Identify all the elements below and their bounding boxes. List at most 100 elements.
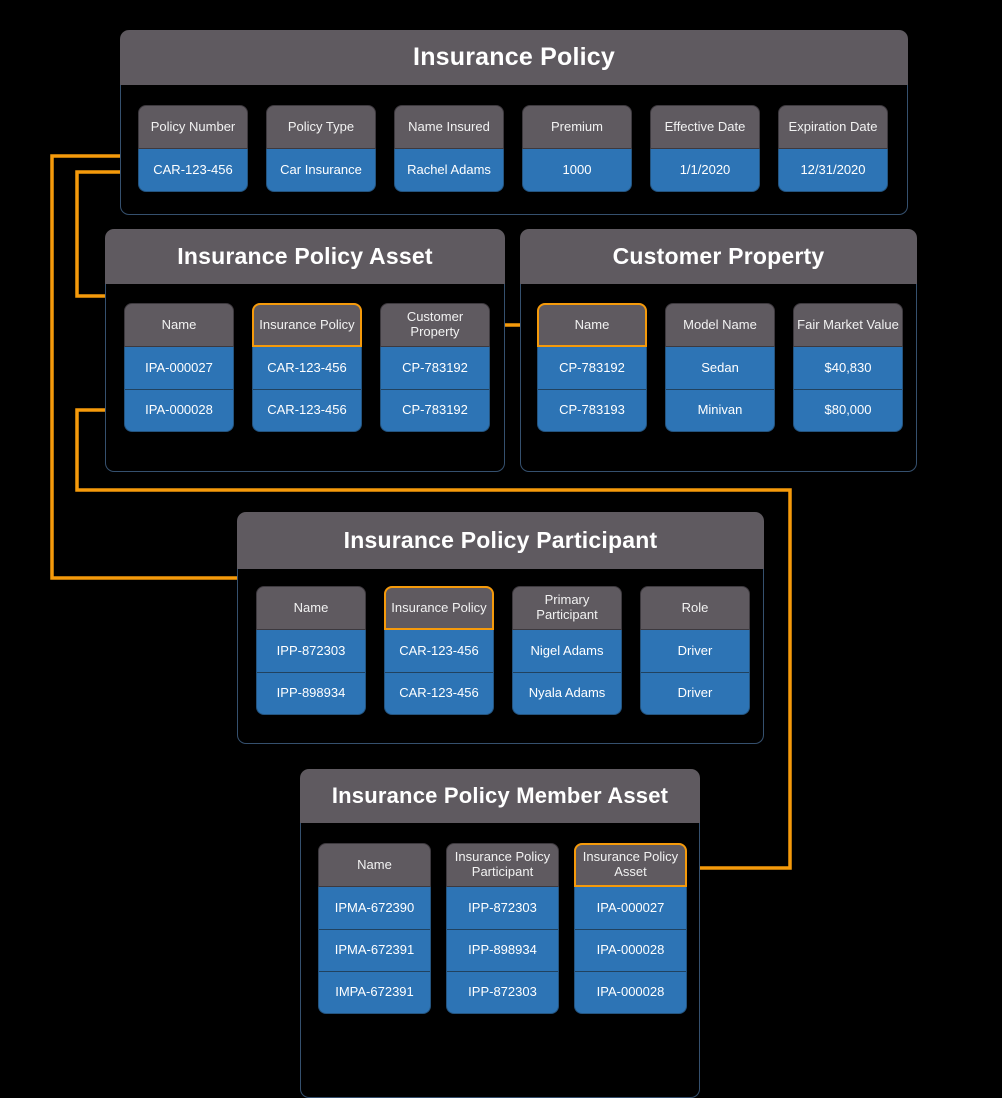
column-cells: IPMA-672390 IPMA-672391 IMPA-672391	[318, 887, 431, 1014]
column-header: Role	[640, 586, 750, 630]
table-cell[interactable]: IPP-872303	[257, 630, 365, 672]
column-name-insured[interactable]: Name Insured Rachel Adams	[394, 105, 504, 192]
column-name[interactable]: Name IPMA-672390 IPMA-672391 IMPA-672391	[318, 843, 431, 1014]
column-header: Customer Property	[380, 303, 490, 347]
column-header: Insurance Policy	[384, 586, 494, 630]
table-cell[interactable]: IPP-898934	[447, 929, 558, 971]
column-cells: Driver Driver	[640, 630, 750, 715]
table-cell[interactable]: CP-783192	[381, 389, 489, 431]
column-header: Name Insured	[394, 105, 504, 149]
table-cell[interactable]: Nigel Adams	[513, 630, 621, 672]
column-header: Policy Type	[266, 105, 376, 149]
column-cells: IPA-000027 IPA-000028 IPA-000028	[574, 887, 687, 1014]
attribute-columns: Name IPA-000027 IPA-000028 Insurance Pol…	[106, 284, 504, 471]
table-cell[interactable]: CAR-123-456	[385, 672, 493, 714]
table-cell[interactable]: Driver	[641, 672, 749, 714]
table-cell[interactable]: IPA-000028	[125, 389, 233, 431]
entity-title: Customer Property	[520, 229, 917, 284]
column-name[interactable]: Name IPA-000027 IPA-000028	[124, 303, 234, 432]
column-cells: IPA-000027 IPA-000028	[124, 347, 234, 432]
column-header: Name	[318, 843, 431, 887]
entity-title: Insurance Policy Member Asset	[300, 769, 700, 823]
table-cell[interactable]: IPA-000028	[575, 971, 686, 1013]
attribute-columns: Name CP-783192 CP-783193 Model Name Seda…	[521, 284, 916, 471]
column-expiration-date[interactable]: Expiration Date 12/31/2020	[778, 105, 888, 192]
table-cell[interactable]: Car Insurance	[267, 149, 375, 191]
column-model-name[interactable]: Model Name Sedan Minivan	[665, 303, 775, 432]
entity-title: Insurance Policy Participant	[237, 512, 764, 569]
column-header: Expiration Date	[778, 105, 888, 149]
column-header: Insurance Policy	[252, 303, 362, 347]
entity-card-customer-property[interactable]: Customer Property Name CP-783192 CP-7831…	[520, 229, 917, 472]
column-insurance-policy[interactable]: Insurance Policy CAR-123-456 CAR-123-456	[252, 303, 362, 432]
table-cell[interactable]: Minivan	[666, 389, 774, 431]
column-customer-property[interactable]: Customer Property CP-783192 CP-783192	[380, 303, 490, 432]
table-cell[interactable]: CAR-123-456	[385, 630, 493, 672]
entity-card-insurance-policy-asset[interactable]: Insurance Policy Asset Name IPA-000027 I…	[105, 229, 505, 472]
column-role[interactable]: Role Driver Driver	[640, 586, 750, 715]
column-cells: CP-783192 CP-783193	[537, 347, 647, 432]
column-cells: $40,830 $80,000	[793, 347, 903, 432]
table-cell[interactable]: CP-783193	[538, 389, 646, 431]
table-cell[interactable]: IPMA-672391	[319, 929, 430, 971]
table-cell[interactable]: IPMA-672390	[319, 887, 430, 929]
table-cell[interactable]: Driver	[641, 630, 749, 672]
column-header: Model Name	[665, 303, 775, 347]
table-cell[interactable]: IMPA-672391	[319, 971, 430, 1013]
entity-card-insurance-policy-participant[interactable]: Insurance Policy Participant Name IPP-87…	[237, 512, 764, 744]
column-fair-market-value[interactable]: Fair Market Value $40,830 $80,000	[793, 303, 903, 432]
table-cell[interactable]: Rachel Adams	[395, 149, 503, 191]
column-header: Fair Market Value	[793, 303, 903, 347]
entity-title: Insurance Policy Asset	[105, 229, 505, 284]
entity-title: Insurance Policy	[120, 30, 908, 85]
entity-card-insurance-policy-member-asset[interactable]: Insurance Policy Member Asset Name IPMA-…	[300, 769, 700, 1098]
table-cell[interactable]: CAR-123-456	[253, 347, 361, 389]
column-name[interactable]: Name IPP-872303 IPP-898934	[256, 586, 366, 715]
table-cell[interactable]: IPP-872303	[447, 971, 558, 1013]
column-name[interactable]: Name CP-783192 CP-783193	[537, 303, 647, 432]
table-cell[interactable]: Sedan	[666, 347, 774, 389]
column-header: Insurance Policy Participant	[446, 843, 559, 887]
column-header: Policy Number	[138, 105, 248, 149]
table-cell[interactable]: CAR-123-456	[139, 149, 247, 191]
column-cells: CAR-123-456 CAR-123-456	[252, 347, 362, 432]
column-effective-date[interactable]: Effective Date 1/1/2020	[650, 105, 760, 192]
attribute-columns: Name IPMA-672390 IPMA-672391 IMPA-672391…	[301, 823, 699, 1097]
table-cell[interactable]: CP-783192	[381, 347, 489, 389]
column-header: Name	[124, 303, 234, 347]
column-primary-participant[interactable]: Primary Participant Nigel Adams Nyala Ad…	[512, 586, 622, 715]
column-header: Insurance Policy Asset	[574, 843, 687, 887]
table-cell[interactable]: CP-783192	[538, 347, 646, 389]
attribute-columns: Policy Number CAR-123-456 Policy Type Ca…	[121, 85, 907, 214]
column-policy-type[interactable]: Policy Type Car Insurance	[266, 105, 376, 192]
column-insurance-policy[interactable]: Insurance Policy CAR-123-456 CAR-123-456	[384, 586, 494, 715]
column-cells: CP-783192 CP-783192	[380, 347, 490, 432]
table-cell[interactable]: IPA-000027	[575, 887, 686, 929]
table-cell[interactable]: 1/1/2020	[651, 149, 759, 191]
column-cells: Nigel Adams Nyala Adams	[512, 630, 622, 715]
column-header: Effective Date	[650, 105, 760, 149]
column-cells: IPP-872303 IPP-898934 IPP-872303	[446, 887, 559, 1014]
entity-card-insurance-policy[interactable]: Insurance Policy Policy Number CAR-123-4…	[120, 30, 908, 215]
column-premium[interactable]: Premium 1000	[522, 105, 632, 192]
table-cell[interactable]: IPA-000028	[575, 929, 686, 971]
attribute-columns: Name IPP-872303 IPP-898934 Insurance Pol…	[238, 569, 763, 743]
table-cell[interactable]: CAR-123-456	[253, 389, 361, 431]
table-cell[interactable]: IPP-898934	[257, 672, 365, 714]
table-cell[interactable]: 1000	[523, 149, 631, 191]
column-policy-number[interactable]: Policy Number CAR-123-456	[138, 105, 248, 192]
table-cell[interactable]: IPP-872303	[447, 887, 558, 929]
table-cell[interactable]: $40,830	[794, 347, 902, 389]
diagram-canvas: Insurance Policy Policy Number CAR-123-4…	[0, 0, 1002, 1098]
column-header: Premium	[522, 105, 632, 149]
table-cell[interactable]: IPA-000027	[125, 347, 233, 389]
column-header: Name	[537, 303, 647, 347]
column-insurance-policy-asset[interactable]: Insurance Policy Asset IPA-000027 IPA-00…	[574, 843, 687, 1014]
column-insurance-policy-participant[interactable]: Insurance Policy Participant IPP-872303 …	[446, 843, 559, 1014]
table-cell[interactable]: 12/31/2020	[779, 149, 887, 191]
table-cell[interactable]: Nyala Adams	[513, 672, 621, 714]
column-cells: Car Insurance	[266, 149, 376, 192]
column-cells: CAR-123-456 CAR-123-456	[384, 630, 494, 715]
table-cell[interactable]: $80,000	[794, 389, 902, 431]
column-cells: IPP-872303 IPP-898934	[256, 630, 366, 715]
